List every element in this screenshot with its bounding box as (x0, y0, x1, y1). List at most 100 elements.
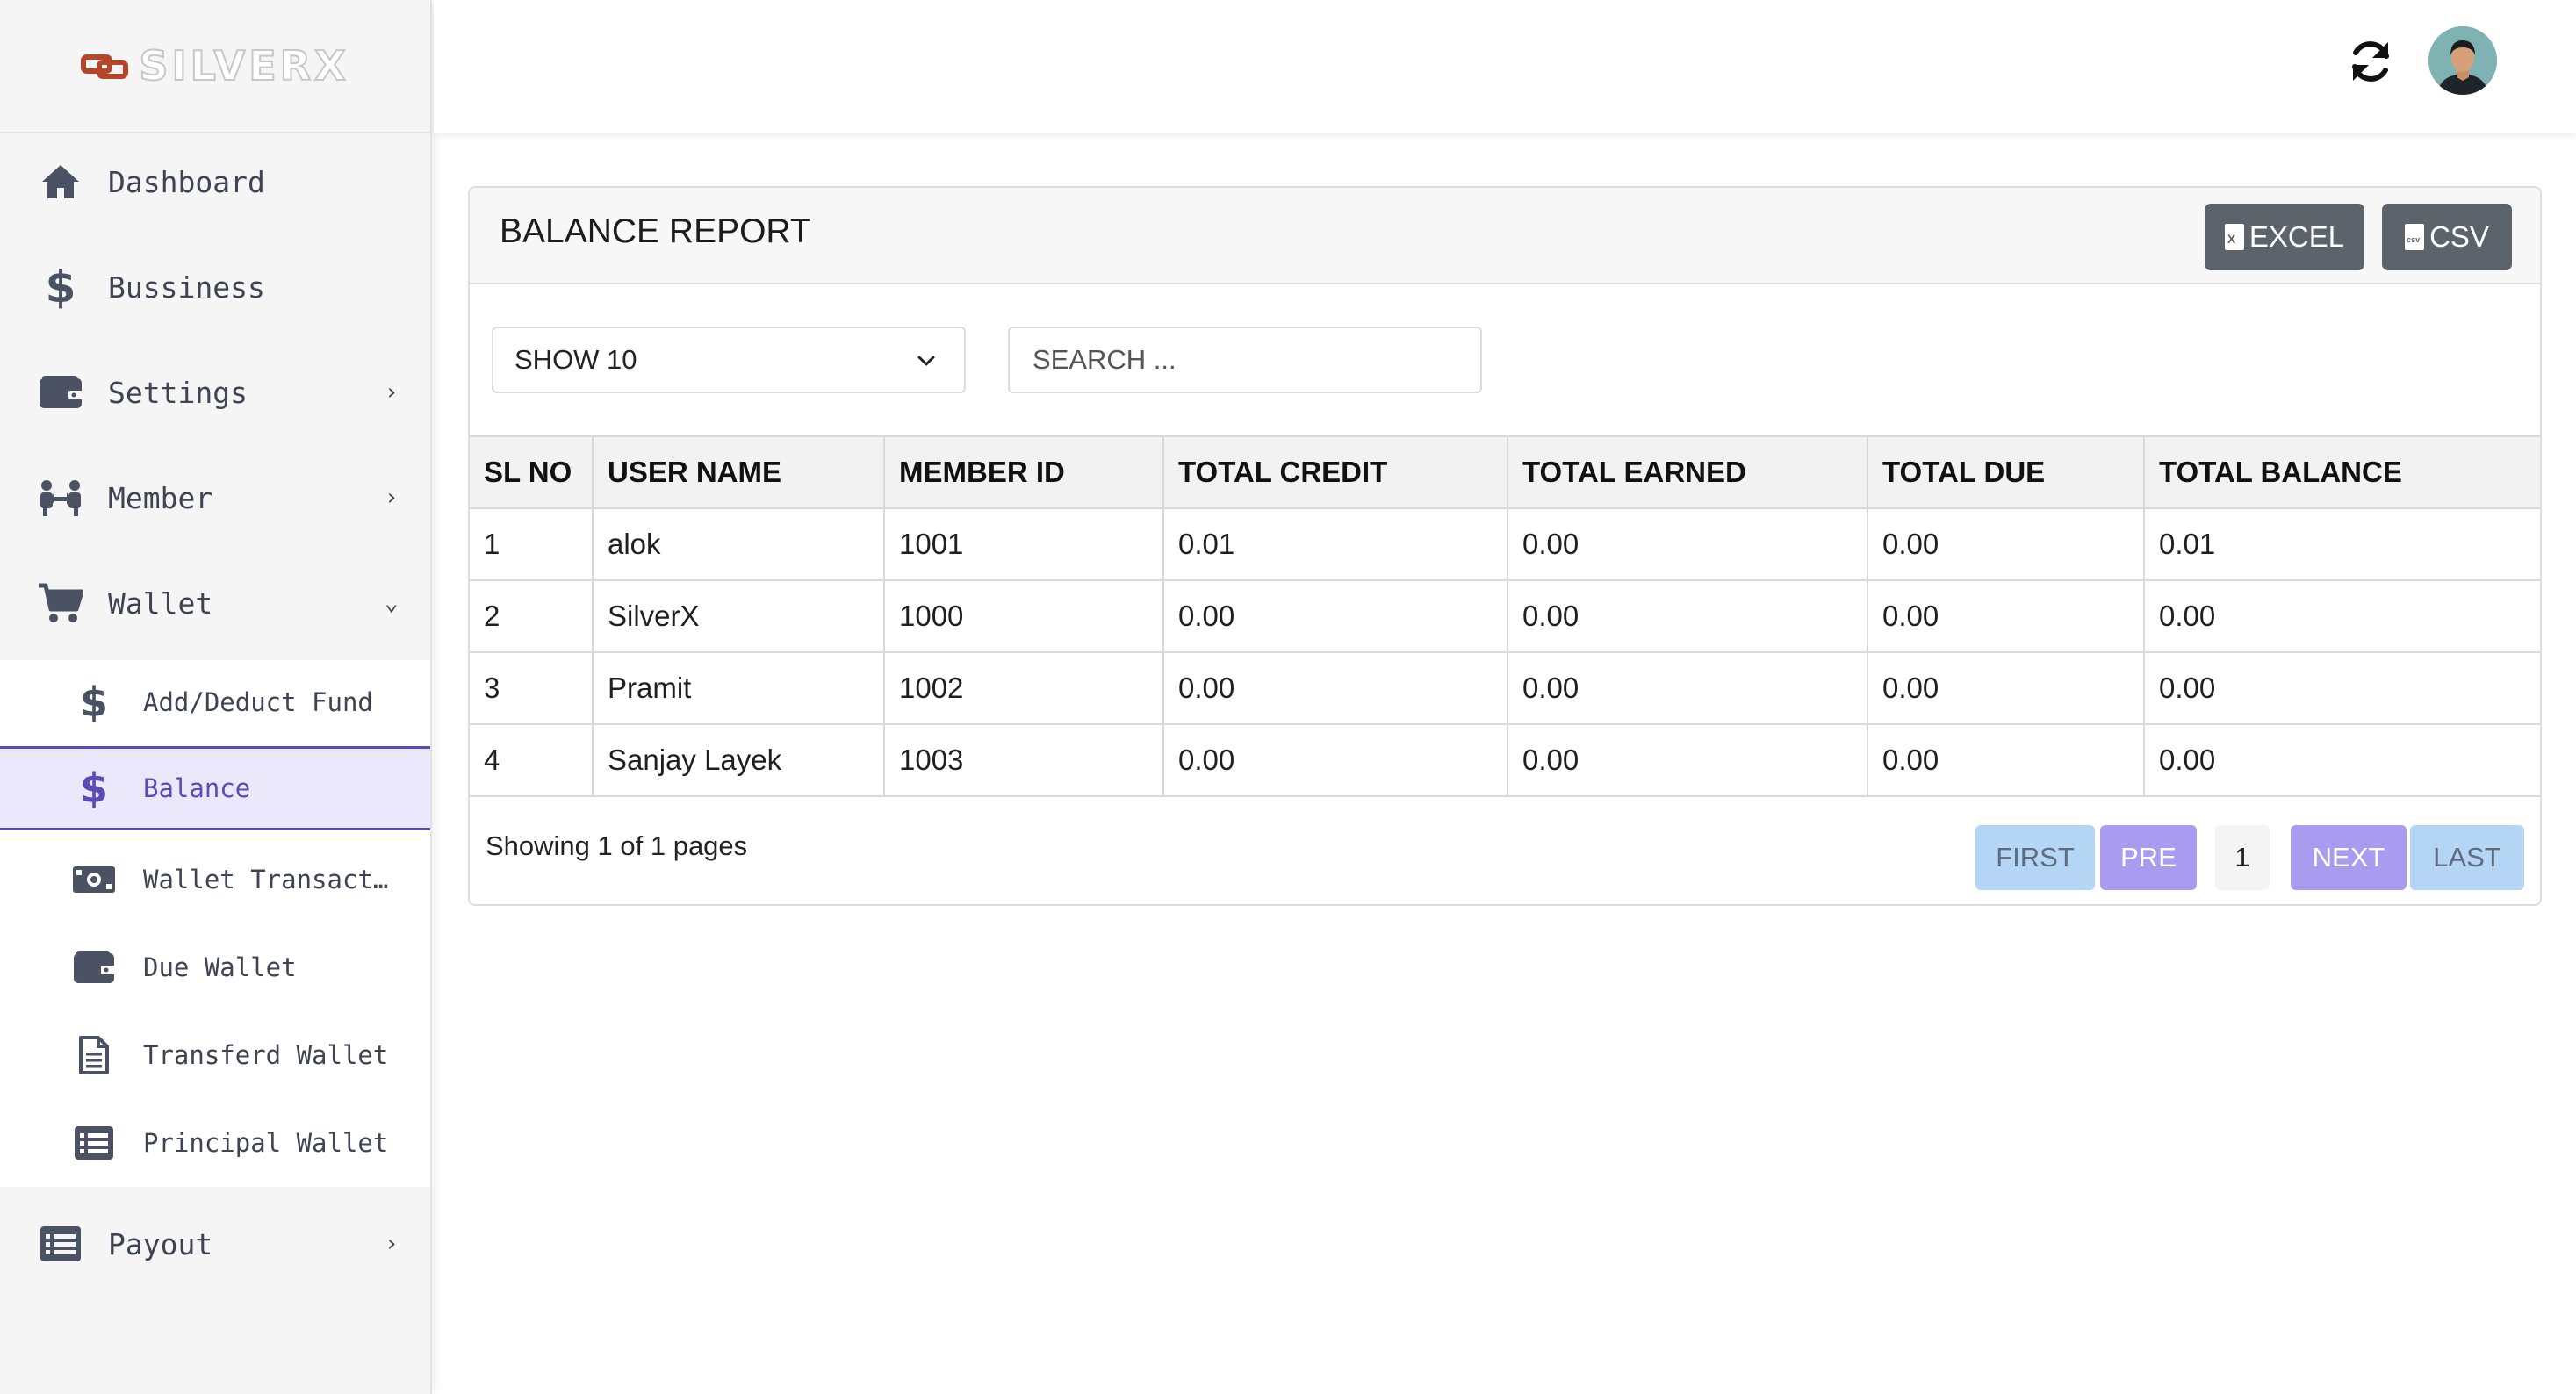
submenu-item-label: Due Wallet (143, 952, 297, 982)
cell-total-earned: 0.00 (1507, 579, 1868, 653)
cell-total-credit: 0.00 (1162, 723, 1508, 797)
table-header-row: SL NO USER NAME MEMBER ID TOTAL CREDIT T… (470, 435, 2540, 509)
page-title: BALANCE REPORT (500, 212, 811, 250)
cell-total-due: 0.00 (1867, 507, 2145, 581)
chevron-down-icon (917, 356, 935, 366)
cell-total-due: 0.00 (1867, 651, 2145, 725)
cell-total-credit: 0.00 (1162, 651, 1508, 725)
table-row: 3 Pramit 1002 0.00 0.00 0.00 0.00 (470, 651, 2540, 725)
wallet-submenu: $ Add/Deduct Fund $ Balance Wallet Trans… (0, 660, 430, 1187)
column-header-sl-no[interactable]: SL NO (470, 435, 594, 509)
pagination-summary: Showing 1 of 1 pages (486, 830, 748, 861)
submenu-item-label: Add/Deduct Fund (143, 687, 373, 717)
pagination-prev-button[interactable]: PRE (2100, 825, 2197, 890)
cell-total-credit: 0.00 (1162, 579, 1508, 653)
cell-total-earned: 0.00 (1507, 651, 1868, 725)
cell-sl-no: 2 (470, 579, 594, 653)
wallet-icon (37, 369, 84, 416)
search-input[interactable] (1008, 327, 1482, 393)
cell-total-balance: 0.00 (2143, 651, 2540, 725)
cell-total-credit: 0.01 (1162, 507, 1508, 581)
export-excel-label: EXCEL (2249, 220, 2345, 253)
column-header-member-id[interactable]: MEMBER ID (883, 435, 1164, 509)
submenu-item-wallet-transactions[interactable]: Wallet Transactions (0, 837, 430, 922)
users-icon (37, 474, 84, 521)
submenu-item-principal-wallet[interactable]: Principal Wallet (0, 1101, 430, 1185)
sidebar: SILVERX Dashboard $ Bussiness Settings ›… (0, 0, 432, 1394)
export-csv-label: CSV (2429, 220, 2489, 253)
chevron-right-icon: › (385, 379, 399, 406)
user-avatar[interactable] (2428, 26, 2497, 95)
cell-sl-no: 3 (470, 651, 594, 725)
cell-member-id: 1000 (883, 579, 1164, 653)
cell-member-id: 1002 (883, 651, 1164, 725)
refresh-icon[interactable] (2344, 35, 2397, 88)
page-size-value: SHOW 10 (514, 344, 637, 375)
sidebar-item-label: Bussiness (108, 269, 265, 305)
sidebar-item-payout[interactable]: Payout › (0, 1196, 430, 1292)
dollar-icon: $ (79, 765, 108, 812)
balance-report-card: BALANCE REPORT X EXCEL csv CSV SHOW 10 S… (468, 186, 2542, 906)
excel-file-icon: X (2224, 224, 2244, 250)
logo-mark-icon (81, 53, 130, 79)
sidebar-item-member[interactable]: Member › (0, 449, 430, 546)
dollar-icon: $ (79, 679, 108, 726)
cell-user-name: alok (592, 507, 885, 581)
sidebar-item-label: Wallet (108, 586, 213, 621)
table-row: 2 SilverX 1000 0.00 0.00 0.00 0.00 (470, 579, 2540, 653)
wallet-icon (70, 944, 118, 991)
sidebar-item-settings[interactable]: Settings › (0, 344, 430, 441)
chevron-down-icon: ⌄ (385, 590, 399, 616)
submenu-item-due-wallet[interactable]: Due Wallet (0, 925, 430, 1010)
submenu-item-label: Balance (143, 773, 251, 803)
cell-total-earned: 0.00 (1507, 723, 1868, 797)
submenu-item-label: Principal Wallet (143, 1128, 389, 1158)
column-header-user-name[interactable]: USER NAME (592, 435, 885, 509)
sidebar-item-bussiness[interactable]: $ Bussiness (0, 239, 430, 335)
card-header: BALANCE REPORT X EXCEL csv CSV (470, 188, 2540, 284)
cart-icon (37, 579, 84, 627)
table-row: 1 alok 1001 0.01 0.00 0.00 0.01 (470, 507, 2540, 581)
csv-file-icon: csv (2405, 224, 2425, 250)
page-size-select[interactable]: SHOW 10 (492, 327, 966, 393)
balance-table: SL NO USER NAME MEMBER ID TOTAL CREDIT T… (470, 435, 2540, 797)
submenu-item-add-deduct-fund[interactable]: $ Add/Deduct Fund (0, 660, 430, 744)
sidebar-item-label: Settings (108, 375, 248, 410)
export-csv-button[interactable]: csv CSV (2382, 204, 2512, 270)
pagination-first-button[interactable]: FIRST (1975, 825, 2095, 890)
list-icon (37, 1220, 84, 1268)
column-header-total-balance[interactable]: TOTAL BALANCE (2143, 435, 2540, 509)
cell-user-name: Sanjay Layek (592, 723, 885, 797)
cell-member-id: 1003 (883, 723, 1164, 797)
cell-total-due: 0.00 (1867, 579, 2145, 653)
export-excel-button[interactable]: X EXCEL (2205, 204, 2364, 270)
cell-member-id: 1001 (883, 507, 1164, 581)
column-header-total-earned[interactable]: TOTAL EARNED (1507, 435, 1868, 509)
dollar-icon: $ (45, 262, 76, 313)
chevron-right-icon: › (385, 1231, 399, 1257)
submenu-item-label: Transferd Wallet (143, 1040, 389, 1070)
pagination-page-1[interactable]: 1 (2215, 825, 2270, 890)
money-bill-icon (70, 856, 118, 903)
sidebar-item-label: Payout (108, 1226, 213, 1261)
submenu-item-transferd-wallet[interactable]: Transferd Wallet (0, 1013, 430, 1097)
file-text-icon (70, 1031, 118, 1079)
sidebar-item-dashboard[interactable]: Dashboard (0, 133, 430, 230)
cell-user-name: SilverX (592, 579, 885, 653)
cell-sl-no: 1 (470, 507, 594, 581)
cell-total-balance: 0.01 (2143, 507, 2540, 581)
column-header-total-due[interactable]: TOTAL DUE (1867, 435, 2145, 509)
list-icon (70, 1119, 118, 1167)
sidebar-item-wallet[interactable]: Wallet ⌄ (0, 555, 430, 651)
cell-total-balance: 0.00 (2143, 723, 2540, 797)
table-row: 4 Sanjay Layek 1003 0.00 0.00 0.00 0.00 (470, 723, 2540, 797)
column-header-total-credit[interactable]: TOTAL CREDIT (1162, 435, 1508, 509)
logo-text: SILVERX (138, 41, 349, 90)
logo[interactable]: SILVERX (0, 0, 430, 133)
cell-total-balance: 0.00 (2143, 579, 2540, 653)
home-icon (37, 158, 84, 205)
pagination-last-button[interactable]: LAST (2410, 825, 2524, 890)
submenu-item-balance[interactable]: $ Balance (0, 746, 430, 830)
sidebar-item-label: Member (108, 480, 213, 515)
pagination-next-button[interactable]: NEXT (2291, 825, 2407, 890)
